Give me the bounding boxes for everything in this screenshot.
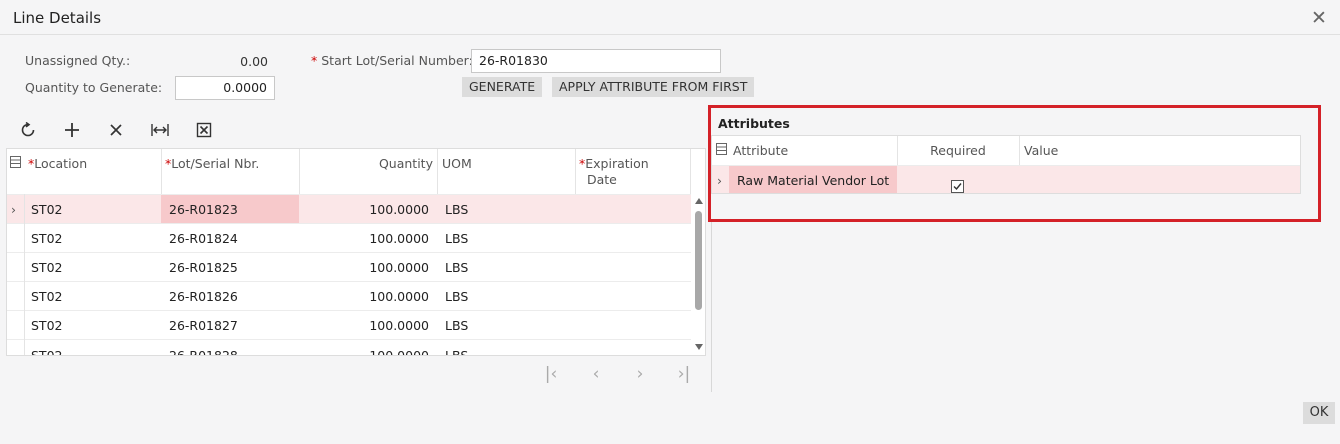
cell-location[interactable]: ST02 [31,341,62,355]
lot-serial-grid: *Location *Lot/Serial Nbr. Quantity UOM … [6,148,706,356]
attributes-grid-header: Attribute Required Value [712,136,1300,165]
cell-location[interactable]: ST02 [31,224,62,253]
header-divider [0,34,1340,35]
attr-column-settings-icon[interactable] [716,143,727,155]
table-row[interactable]: ST02 26-R01828 100.0000 LBS [7,339,691,355]
col-value[interactable]: Value [1024,143,1058,158]
col-required[interactable]: Required [898,143,1018,158]
table-row[interactable]: ST02 26-R01826 100.0000 LBS [7,281,691,310]
cell-lot-serial[interactable]: 26-R01826 [169,282,238,311]
attributes-title: Attributes [718,116,790,131]
scroll-up-icon[interactable] [695,198,703,204]
grid-scrollbar[interactable] [692,194,705,355]
last-page-icon[interactable]: ›| [674,364,694,384]
required-marker: * [311,53,318,68]
cell-uom[interactable]: LBS [445,224,468,253]
cell-location[interactable]: ST02 [31,282,62,311]
column-settings-icon[interactable] [10,156,21,168]
attributes-grid: Attribute Required Value › Raw Material … [711,135,1301,194]
col-location[interactable]: *Location [28,156,87,171]
export-excel-icon[interactable] [193,119,215,141]
add-row-icon[interactable] [61,119,83,141]
scroll-down-icon[interactable] [695,344,703,350]
scrollbar-thumb[interactable] [695,211,702,310]
quantity-to-generate-label: Quantity to Generate: [25,80,163,95]
attribute-row[interactable]: › Raw Material Vendor Lot [712,165,1300,193]
quantity-to-generate-input[interactable]: 0.0000 [175,76,275,100]
cell-uom[interactable]: LBS [445,282,468,311]
cell-quantity[interactable]: 100.0000 [299,195,429,224]
table-row[interactable]: › ST02 26-R01823 100.0000 LBS [7,194,691,224]
cell-lot-serial[interactable]: 26-R01823 [161,195,299,224]
first-page-icon[interactable]: |‹ [541,364,561,384]
col-attribute[interactable]: Attribute [733,143,788,158]
panel-splitter[interactable] [711,220,712,392]
prev-page-icon[interactable]: ‹ [586,364,606,384]
dialog-title: Line Details [13,9,102,27]
start-lot-label: * Start Lot/Serial Number: [311,53,473,68]
cell-value[interactable] [1019,166,1300,193]
unassigned-qty-value: 0.00 [240,54,268,69]
cell-location[interactable]: ST02 [31,195,62,224]
required-checkbox[interactable] [951,174,964,193]
cell-uom[interactable]: LBS [445,341,468,355]
ok-button[interactable]: OK [1303,402,1335,424]
cell-uom[interactable]: LBS [445,253,468,282]
col-lot-serial[interactable]: *Lot/Serial Nbr. [165,156,259,171]
cell-uom[interactable]: LBS [445,311,468,340]
grid-header: *Location *Lot/Serial Nbr. Quantity UOM … [7,149,705,194]
start-lot-input[interactable]: 26-R01830 [471,49,721,73]
unassigned-qty-label: Unassigned Qty.: [25,53,131,68]
start-lot-label-text: Start Lot/Serial Number: [321,53,473,68]
cell-lot-serial[interactable]: 26-R01828 [169,341,238,355]
cell-attribute[interactable]: Raw Material Vendor Lot [729,166,897,193]
cell-lot-serial[interactable]: 26-R01827 [169,311,238,340]
cell-quantity[interactable]: 100.0000 [299,253,429,282]
cell-quantity[interactable]: 100.0000 [299,224,429,253]
fit-columns-icon[interactable] [149,119,171,141]
col-uom[interactable]: UOM [442,156,472,171]
cell-lot-serial[interactable]: 26-R01824 [169,224,238,253]
col-quantity[interactable]: Quantity [299,156,433,171]
apply-attribute-button[interactable]: APPLY ATTRIBUTE FROM FIRST [552,77,755,97]
cell-lot-serial[interactable]: 26-R01825 [169,253,238,282]
table-row[interactable]: ST02 26-R01824 100.0000 LBS [7,223,691,252]
row-expand-icon[interactable]: › [11,195,16,224]
table-row[interactable]: ST02 26-R01825 100.0000 LBS [7,252,691,281]
col-expiration-date[interactable]: *Expiration Date [579,156,649,188]
cell-quantity[interactable]: 100.0000 [299,282,429,311]
table-row[interactable]: ST02 26-R01827 100.0000 LBS [7,310,691,339]
cell-location[interactable]: ST02 [31,311,62,340]
generate-button[interactable]: GENERATE [462,77,543,97]
cell-quantity[interactable]: 100.0000 [299,311,429,340]
cell-location[interactable]: ST02 [31,253,62,282]
refresh-icon[interactable] [17,119,39,141]
close-icon[interactable]: ✕ [1309,9,1329,29]
cell-uom[interactable]: LBS [445,195,468,224]
next-page-icon[interactable]: › [630,364,650,384]
cell-quantity[interactable]: 100.0000 [299,341,429,355]
attr-row-expand-icon[interactable]: › [717,166,722,193]
delete-row-icon[interactable] [105,119,127,141]
